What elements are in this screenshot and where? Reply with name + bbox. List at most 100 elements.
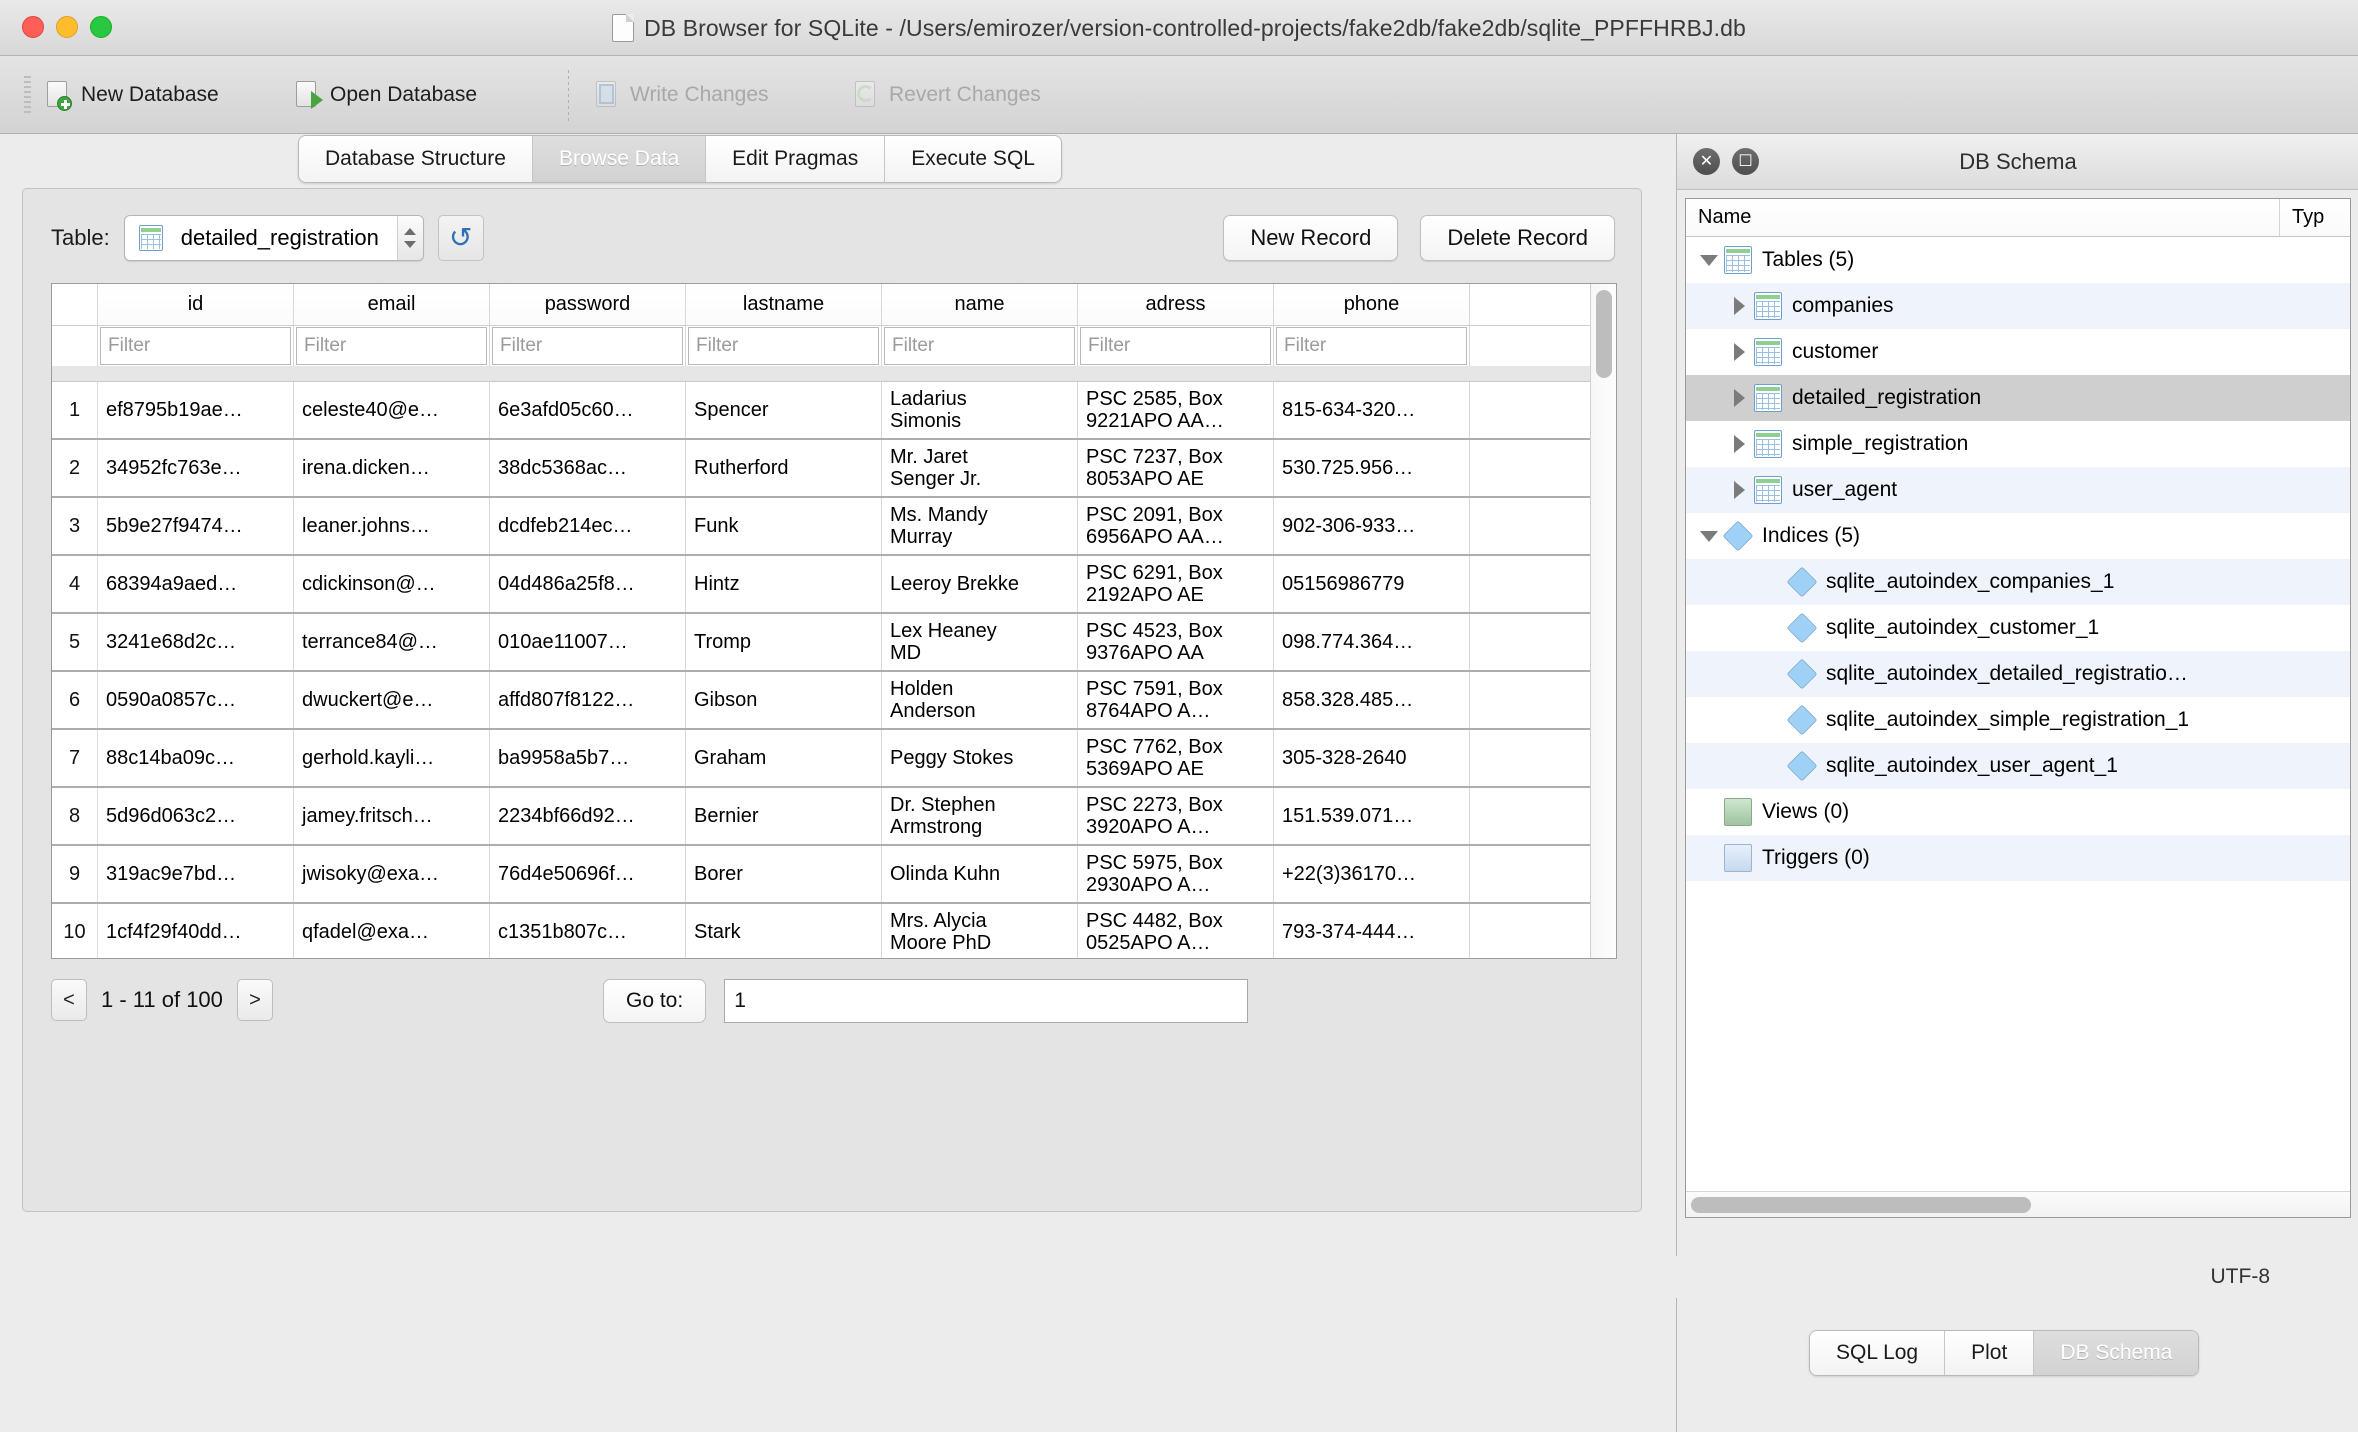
column-header-email[interactable]: email: [294, 284, 490, 325]
chevron-right-icon[interactable]: [1724, 389, 1754, 407]
cell-lastname[interactable]: Stark: [686, 904, 882, 958]
new-record-button[interactable]: New Record: [1223, 215, 1398, 261]
cell-lastname[interactable]: Gibson: [686, 672, 882, 728]
cell-phone[interactable]: 305-328-2640: [1274, 730, 1470, 786]
cell-phone[interactable]: +22(3)36170…: [1274, 846, 1470, 902]
cell-id[interactable]: 68394a9aed…: [98, 556, 294, 612]
cell-email[interactable]: qfadel@exa…: [294, 904, 490, 958]
chevron-right-icon[interactable]: [1724, 435, 1754, 453]
cell-email[interactable]: celeste40@e…: [294, 382, 490, 438]
tree-item-sqlite-autoindex-simple-registration-1[interactable]: sqlite_autoindex_simple_registration_1: [1686, 697, 2350, 743]
cell-password[interactable]: dcdfeb214ec…: [490, 498, 686, 554]
goto-button[interactable]: Go to:: [603, 979, 706, 1023]
cell-adress[interactable]: PSC 2273, Box 3920APO A…: [1078, 788, 1274, 844]
column-header-adress[interactable]: adress: [1078, 284, 1274, 325]
cell-adress[interactable]: PSC 4523, Box 9376APO AA: [1078, 614, 1274, 670]
cell-name[interactable]: Ms. Mandy Murray: [882, 498, 1078, 554]
cell-lastname[interactable]: Tromp: [686, 614, 882, 670]
cell-password[interactable]: 04d486a25f8…: [490, 556, 686, 612]
chevron-right-icon[interactable]: [1724, 481, 1754, 499]
cell-name[interactable]: Lex Heaney MD: [882, 614, 1078, 670]
delete-record-button[interactable]: Delete Record: [1420, 215, 1615, 261]
cell-phone[interactable]: 793-374-444…: [1274, 904, 1470, 958]
cell-email[interactable]: jamey.fritsch…: [294, 788, 490, 844]
tree-item-sqlite-autoindex-customer-1[interactable]: sqlite_autoindex_customer_1: [1686, 605, 2350, 651]
tree-item-tables-5-[interactable]: Tables (5): [1686, 237, 2350, 283]
table-row[interactable]: 788c14ba09c…gerhold.kayli…ba9958a5b7…Gra…: [52, 730, 1590, 788]
column-header-phone[interactable]: phone: [1274, 284, 1470, 325]
cell-name[interactable]: Mr. Jaret Senger Jr.: [882, 440, 1078, 496]
cell-name[interactable]: Olinda Kuhn: [882, 846, 1078, 902]
db-schema-scroll-thumb[interactable]: [1691, 1197, 2031, 1213]
cell-lastname[interactable]: Funk: [686, 498, 882, 554]
tree-item-simple-registration[interactable]: simple_registration: [1686, 421, 2350, 467]
cell-adress[interactable]: PSC 6291, Box 2192APO AE: [1078, 556, 1274, 612]
cell-name[interactable]: Holden Anderson: [882, 672, 1078, 728]
toolbar-grip[interactable]: [24, 76, 31, 116]
cell-lastname[interactable]: Graham: [686, 730, 882, 786]
filter-input-email[interactable]: Filter: [296, 327, 487, 365]
cell-phone[interactable]: 151.539.071…: [1274, 788, 1470, 844]
table-row[interactable]: 60590a0857c…dwuckert@e…affd807f8122…Gibs…: [52, 672, 1590, 730]
column-header-id[interactable]: id: [98, 284, 294, 325]
table-select[interactable]: detailed_registration: [124, 215, 424, 261]
cell-id[interactable]: 5b9e27f9474…: [98, 498, 294, 554]
cell-adress[interactable]: PSC 4482, Box 0525APO A…: [1078, 904, 1274, 958]
data-grid-vertical-scrollbar[interactable]: [1590, 284, 1616, 958]
tab-plot[interactable]: Plot: [1945, 1331, 2034, 1375]
revert-changes-button[interactable]: Revert Changes: [852, 80, 1041, 110]
tree-item-views-0-[interactable]: Views (0): [1686, 789, 2350, 835]
tree-item-companies[interactable]: companies: [1686, 283, 2350, 329]
column-header-lastname[interactable]: lastname: [686, 284, 882, 325]
tab-execute-sql[interactable]: Execute SQL: [885, 136, 1061, 182]
filter-input-lastname[interactable]: Filter: [688, 327, 879, 365]
table-row[interactable]: 101cf4f29f40dd…qfadel@exa…c1351b807c…Sta…: [52, 904, 1590, 958]
table-row[interactable]: 53241e68d2c…terrance84@…010ae11007…Tromp…: [52, 614, 1590, 672]
cell-adress[interactable]: PSC 5975, Box 2930APO A…: [1078, 846, 1274, 902]
previous-page-button[interactable]: <: [51, 979, 87, 1021]
new-database-button[interactable]: New Database: [44, 80, 219, 110]
tree-item-customer[interactable]: customer: [1686, 329, 2350, 375]
tree-item-sqlite-autoindex-companies-1[interactable]: sqlite_autoindex_companies_1: [1686, 559, 2350, 605]
chevron-down-icon[interactable]: [1694, 255, 1724, 266]
cell-lastname[interactable]: Bernier: [686, 788, 882, 844]
cell-id[interactable]: 5d96d063c2…: [98, 788, 294, 844]
cell-name[interactable]: Peggy Stokes: [882, 730, 1078, 786]
tab-db-schema[interactable]: DB Schema: [2034, 1331, 2198, 1375]
cell-email[interactable]: gerhold.kayli…: [294, 730, 490, 786]
table-row[interactable]: 468394a9aed…cdickinson@…04d486a25f8…Hint…: [52, 556, 1590, 614]
cell-password[interactable]: 6e3afd05c60…: [490, 382, 686, 438]
db-schema-horizontal-scrollbar[interactable]: [1686, 1191, 2350, 1217]
tree-item-sqlite-autoindex-detailed-registratio-[interactable]: sqlite_autoindex_detailed_registratio…: [1686, 651, 2350, 697]
cell-name[interactable]: Leeroy Brekke: [882, 556, 1078, 612]
cell-id[interactable]: 319ac9e7bd…: [98, 846, 294, 902]
filter-input-password[interactable]: Filter: [492, 327, 683, 365]
cell-email[interactable]: cdickinson@…: [294, 556, 490, 612]
table-row[interactable]: 85d96d063c2…jamey.fritsch…2234bf66d92…Be…: [52, 788, 1590, 846]
cell-lastname[interactable]: Hintz: [686, 556, 882, 612]
tab-database-structure[interactable]: Database Structure: [299, 136, 533, 182]
table-row[interactable]: 234952fc763e…irena.dicken…38dc5368ac…Rut…: [52, 440, 1590, 498]
cell-phone[interactable]: 815-634-320…: [1274, 382, 1470, 438]
tab-sql-log[interactable]: SQL Log: [1810, 1331, 1945, 1375]
cell-email[interactable]: jwisoky@exa…: [294, 846, 490, 902]
cell-id[interactable]: 34952fc763e…: [98, 440, 294, 496]
cell-name[interactable]: Mrs. Alycia Moore PhD: [882, 904, 1078, 958]
filter-input-id[interactable]: Filter: [100, 327, 291, 365]
tree-item-user-agent[interactable]: user_agent: [1686, 467, 2350, 513]
cell-password[interactable]: 2234bf66d92…: [490, 788, 686, 844]
cell-email[interactable]: dwuckert@e…: [294, 672, 490, 728]
refresh-button[interactable]: ↺: [438, 215, 484, 261]
tree-item-triggers-0-[interactable]: Triggers (0): [1686, 835, 2350, 881]
cell-phone[interactable]: 05156986779: [1274, 556, 1470, 612]
column-header-type[interactable]: Typ: [2280, 199, 2350, 236]
column-header-password[interactable]: password: [490, 284, 686, 325]
filter-input-phone[interactable]: Filter: [1276, 327, 1467, 365]
cell-email[interactable]: irena.dicken…: [294, 440, 490, 496]
data-grid-scroll-thumb[interactable]: [1596, 290, 1612, 378]
cell-lastname[interactable]: Spencer: [686, 382, 882, 438]
cell-email[interactable]: terrance84@…: [294, 614, 490, 670]
cell-adress[interactable]: PSC 7591, Box 8764APO A…: [1078, 672, 1274, 728]
cell-password[interactable]: 010ae11007…: [490, 614, 686, 670]
cell-id[interactable]: 3241e68d2c…: [98, 614, 294, 670]
